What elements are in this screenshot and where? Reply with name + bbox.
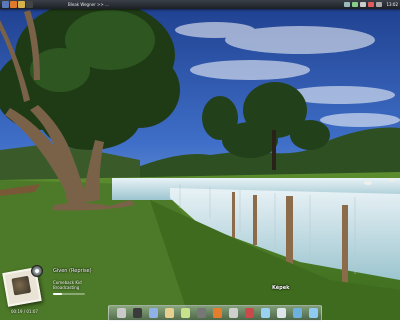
track-time: 00:19 / 01:07: [11, 309, 38, 314]
network-icon[interactable]: [344, 2, 351, 7]
music-player-widget: Given (Reprise) Comeback Kid Broadcastin…: [2, 264, 113, 318]
folder-icon[interactable]: [18, 1, 25, 8]
chat-icon[interactable]: [261, 308, 270, 318]
world-icon[interactable]: [293, 308, 302, 318]
firefox-icon[interactable]: [213, 308, 222, 318]
media-player-icon[interactable]: [245, 308, 254, 318]
terminal-icon[interactable]: [26, 1, 33, 8]
menu-icon[interactable]: [2, 1, 9, 8]
close-icon[interactable]: [229, 308, 238, 318]
user-home-icon[interactable]: [117, 308, 126, 318]
clock[interactable]: 13:02: [386, 1, 398, 8]
volume-icon[interactable]: [360, 2, 367, 7]
notification-icon[interactable]: [368, 2, 375, 7]
track-artist-album: Comeback Kid Broadcasting: [53, 280, 82, 290]
disc-icon[interactable]: [31, 265, 43, 277]
documents-icon[interactable]: [165, 308, 174, 318]
terminal-icon[interactable]: [133, 308, 142, 318]
active-window-title[interactable]: Bleak Wegner >> ...: [68, 0, 109, 9]
files-icon[interactable]: [149, 308, 158, 318]
dock: [108, 305, 322, 321]
top-panel: Bleak Wegner >> ... 13:02: [0, 0, 400, 9]
user-icon[interactable]: [376, 2, 383, 7]
track-title: Given (Reprise): [53, 268, 92, 274]
dock-hover-label: Képek: [272, 285, 290, 291]
panel-launchers: [2, 1, 33, 8]
track-progress-fill: [53, 293, 62, 295]
battery-icon[interactable]: [352, 2, 359, 7]
browser-icon[interactable]: [10, 1, 17, 8]
track-progress-bar[interactable]: [53, 293, 85, 295]
notes-icon[interactable]: [181, 308, 190, 318]
settings-icon[interactable]: [197, 308, 206, 318]
pictures-icon[interactable]: [277, 308, 286, 318]
web-browser-icon[interactable]: [309, 308, 318, 318]
system-tray: 13:02: [344, 1, 398, 8]
